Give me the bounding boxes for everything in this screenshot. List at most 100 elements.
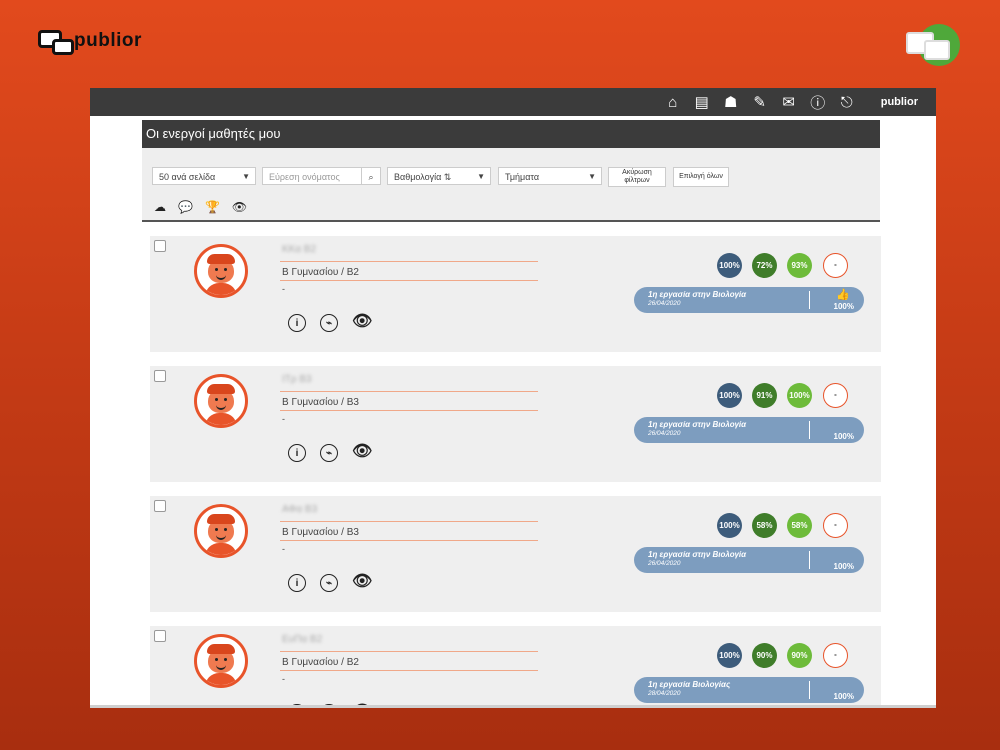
task-date: 26/04/2020: [648, 430, 681, 437]
chart-icon[interactable]: ⌁: [320, 574, 338, 592]
select-checkbox[interactable]: [154, 500, 166, 512]
stat-badge-2: 90%: [752, 643, 777, 668]
stat-badge-1: 100%: [717, 513, 742, 538]
bulk-actions: ☁ 💬 🏆 👁: [154, 200, 247, 214]
student-name[interactable]: ΕυΠα Β2: [282, 634, 322, 645]
task-bar[interactable]: 1η εργασία στην Βιολογία 26/04/2020 100%: [634, 417, 864, 443]
student-name[interactable]: ΑΦα Β3: [282, 504, 317, 515]
cloud-download-icon[interactable]: ☁: [154, 200, 166, 214]
comments-icon[interactable]: 💬: [178, 200, 193, 214]
scrollbar[interactable]: [90, 705, 936, 708]
avatar[interactable]: [194, 504, 248, 558]
info-icon[interactable]: ⓘ: [810, 92, 826, 113]
task-title: 1η εργασία στην Βιολογία: [648, 420, 747, 429]
task-bar[interactable]: 1η εργασία Βιολογίας 28/04/2020 100%: [634, 677, 864, 703]
task-bar[interactable]: 1η εργασία στην Βιολογία 26/04/2020 100%: [634, 547, 864, 573]
logo-mark: [38, 30, 74, 55]
task-date: 28/04/2020: [648, 690, 681, 697]
select-checkbox[interactable]: [154, 370, 166, 382]
sitemap-icon[interactable]: ☗: [723, 93, 739, 111]
select-checkbox[interactable]: [154, 240, 166, 252]
stat-badge-2: 72%: [752, 253, 777, 278]
stat-badge-1: 100%: [717, 383, 742, 408]
stat-badge-3: 90%: [787, 643, 812, 668]
layout-icon[interactable]: ▤: [694, 93, 710, 111]
mail-icon[interactable]: ✉: [781, 93, 797, 111]
filter-bar: 50 ανά σελίδα ▼ Εύρεση ονόματος ⌕ Βαθμολ…: [142, 148, 880, 222]
student-note: -: [282, 414, 285, 424]
brand-logo: publior: [38, 30, 142, 55]
task-title: 1η εργασία στην Βιολογία: [648, 290, 747, 299]
brand-name: publior: [74, 30, 142, 51]
stat-badge-1: 100%: [717, 253, 742, 278]
stat-badge-4: -: [823, 253, 848, 278]
trophy-icon[interactable]: 🏆: [205, 200, 220, 214]
home-icon[interactable]: ⌂: [665, 94, 681, 111]
thumbs-up-icon: 👍: [836, 289, 850, 301]
eye-icon[interactable]: 👁: [232, 200, 247, 214]
stat-badge-4: -: [823, 643, 848, 668]
grading-sort-select[interactable]: Βαθμολογία ⇅ ▼: [387, 167, 491, 185]
chevron-down-icon: ▼: [477, 172, 485, 181]
stat-badge-4: -: [823, 383, 848, 408]
exit-icon[interactable]: ⎋: [839, 94, 855, 111]
stat-badge-3: 100%: [787, 383, 812, 408]
task-percent: 100%: [833, 302, 854, 311]
student-note: -: [282, 284, 285, 294]
avatar[interactable]: [194, 634, 248, 688]
search-icon: ⌕: [368, 172, 374, 182]
select-checkbox[interactable]: [154, 630, 166, 642]
stat-badge-1: 100%: [717, 643, 742, 668]
stat-badge-4: -: [823, 513, 848, 538]
eye-icon[interactable]: 👁: [352, 574, 372, 592]
info-icon[interactable]: i: [288, 574, 306, 592]
task-bar[interactable]: 1η εργασία στην Βιολογία 26/04/2020 👍 10…: [634, 287, 864, 313]
task-date: 26/04/2020: [648, 560, 681, 567]
student-list: ΚΚα Β2 Β Γυμνασίου / Β2 - i ⌁ 👁 100% 72%…: [150, 236, 881, 708]
search-input[interactable]: Εύρεση ονόματος: [262, 167, 362, 185]
student-name[interactable]: ΙΤρ Β3: [282, 374, 312, 385]
edit-icon[interactable]: ✎: [752, 93, 768, 111]
chart-icon[interactable]: ⌁: [320, 314, 338, 332]
select-all-button[interactable]: Επιλογή όλων: [673, 167, 729, 187]
stat-badge-2: 58%: [752, 513, 777, 538]
search-placeholder: Εύρεση ονόματος: [269, 172, 340, 182]
chart-icon[interactable]: ⌁: [320, 444, 338, 462]
card-actions: i ⌁ 👁: [288, 574, 372, 592]
eye-icon[interactable]: 👁: [352, 444, 372, 462]
clear-filters-button[interactable]: Ακύρωση φίλτρων: [608, 167, 666, 187]
sections-select[interactable]: Τμήματα ▼: [498, 167, 602, 185]
grading-label: Βαθμολογία ⇅: [394, 172, 452, 182]
card-actions: i ⌁ 👁: [288, 314, 372, 332]
stat-badge-3: 58%: [787, 513, 812, 538]
avatar[interactable]: [194, 374, 248, 428]
task-percent: 100%: [833, 432, 854, 441]
student-class: Β Γυμνασίου / Β3: [282, 397, 359, 408]
info-icon[interactable]: i: [288, 314, 306, 332]
student-card: ΙΤρ Β3 Β Γυμνασίου / Β3 - i ⌁ 👁 100% 91%…: [150, 366, 881, 482]
students-panel: Οι ενεργοί μαθητές μου 50 ανά σελίδα ▼ Ε…: [142, 120, 881, 708]
mini-brand-logo[interactable]: publior: [881, 96, 918, 108]
page-title: Οι ενεργοί μαθητές μου: [142, 120, 880, 148]
student-class: Β Γυμνασίου / Β2: [282, 267, 359, 278]
student-card: ΚΚα Β2 Β Γυμνασίου / Β2 - i ⌁ 👁 100% 72%…: [150, 236, 881, 352]
task-title: 1η εργασία στην Βιολογία: [648, 550, 747, 559]
top-toolbar: ⌂ ▤ ☗ ✎ ✉ ⓘ ⎋ publior: [90, 88, 936, 116]
corner-logo-icon: [906, 24, 960, 68]
student-note: -: [282, 674, 285, 684]
info-icon[interactable]: i: [288, 444, 306, 462]
student-class: Β Γυμνασίου / Β2: [282, 657, 359, 668]
app-window: ⌂ ▤ ☗ ✎ ✉ ⓘ ⎋ publior Οι ενεργοί μαθητές…: [90, 88, 936, 708]
task-title: 1η εργασία Βιολογίας: [648, 680, 731, 689]
student-class: Β Γυμνασίου / Β3: [282, 527, 359, 538]
student-card: ΑΦα Β3 Β Γυμνασίου / Β3 - i ⌁ 👁 100% 58%…: [150, 496, 881, 612]
search-button[interactable]: ⌕: [361, 167, 381, 185]
task-percent: 100%: [833, 562, 854, 571]
avatar[interactable]: [194, 244, 248, 298]
eye-icon[interactable]: 👁: [352, 314, 372, 332]
per-page-select[interactable]: 50 ανά σελίδα ▼: [152, 167, 256, 185]
student-name[interactable]: ΚΚα Β2: [282, 244, 316, 255]
card-actions: i ⌁ 👁: [288, 444, 372, 462]
task-date: 26/04/2020: [648, 300, 681, 307]
student-card: ΕυΠα Β2 Β Γυμνασίου / Β2 - i ⌁ 👁 100% 90…: [150, 626, 881, 708]
